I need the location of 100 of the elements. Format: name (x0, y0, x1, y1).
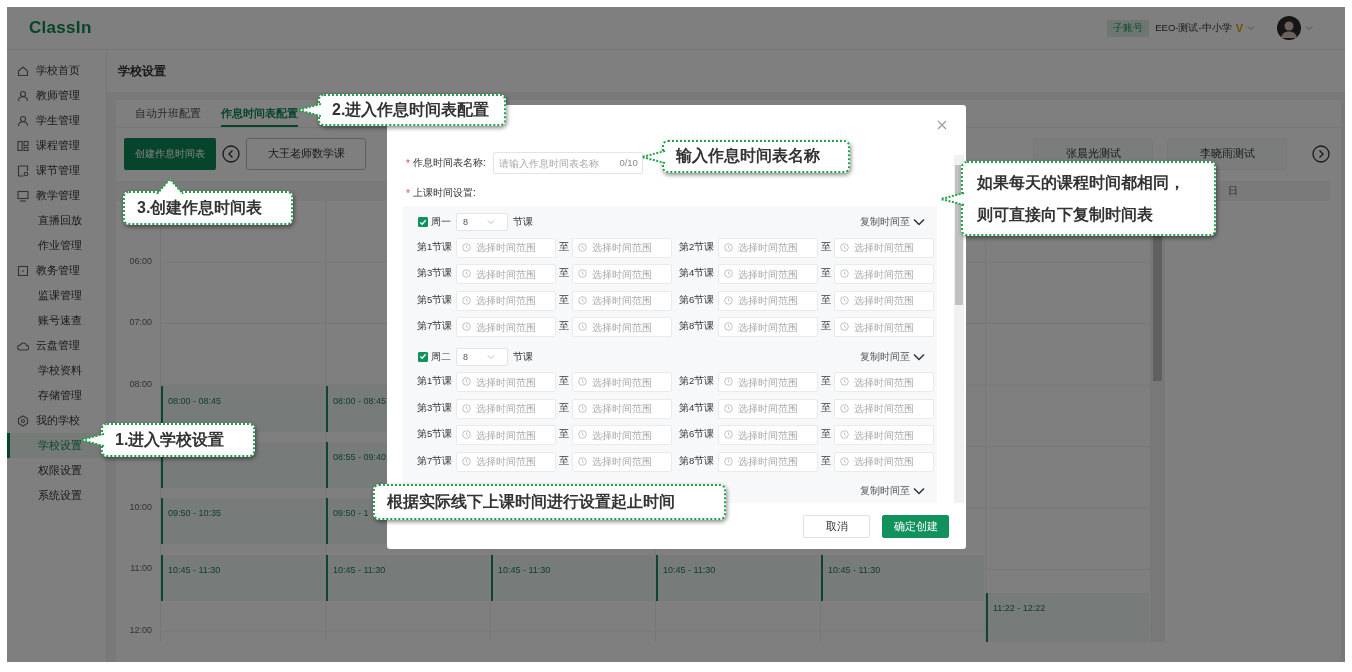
create-button[interactable]: 创建作息时间表 (124, 138, 216, 170)
tab[interactable]: 自动升班配置 (135, 102, 201, 127)
hexagon-icon (17, 414, 29, 427)
time-field[interactable]: 选择时间范围 (718, 237, 818, 258)
checkbox[interactable] (418, 351, 428, 362)
time-field[interactable]: 选择时间范围 (834, 317, 934, 337)
previous-icon[interactable] (222, 145, 240, 163)
class-block[interactable]: 08:00 - 08:45 (161, 385, 324, 432)
sidebar-item[interactable]: 教学管理 (7, 183, 106, 208)
sidebar-item[interactable]: 教务管理 (7, 258, 106, 283)
sidebar-item[interactable]: 课程管理 (7, 133, 106, 158)
time-field[interactable]: 选择时间范围 (456, 398, 556, 419)
class-block[interactable]: 10:45 - 11:30 (161, 554, 324, 601)
sidebar-item[interactable]: 权限设置 (7, 458, 106, 483)
sidebar-item[interactable]: 学校设置 (7, 433, 106, 458)
time-field[interactable]: 选择时间范围 (834, 372, 934, 392)
time-field[interactable]: 选择时间范围 (572, 237, 672, 258)
lesson-label: 第6节课 (679, 428, 715, 441)
sidebar-item[interactable]: 教师管理 (7, 83, 106, 108)
clock-icon (462, 269, 471, 278)
time-field[interactable]: 选择时间范围 (572, 372, 672, 392)
chevron-down-icon[interactable] (913, 352, 925, 361)
range-separator: 至 (821, 428, 831, 441)
clock-icon (840, 295, 849, 305)
sidebar-item[interactable]: 作业管理 (7, 233, 106, 258)
count-select[interactable]: 8 (456, 213, 508, 231)
school-name[interactable]: EEO-测试-中小学 (1155, 21, 1232, 35)
class-block[interactable]: 10:45 - 11:30 (326, 554, 489, 601)
copy-link[interactable]: 复制时间至 (860, 349, 925, 364)
tab[interactable]: 作息时间表配置 (221, 102, 298, 127)
sidebar-item[interactable]: 系统设置 (7, 483, 106, 508)
day-header: 日 (1227, 184, 1238, 198)
time-field[interactable]: 选择时间范围 (572, 451, 672, 472)
sidebar-item[interactable]: 云盘管理 (7, 333, 106, 358)
clock-icon (578, 377, 587, 386)
chevron-down-icon[interactable] (913, 218, 925, 226)
time-field[interactable]: 选择时间范围 (718, 264, 818, 284)
time-label: 08:00 (129, 378, 152, 389)
time-field[interactable]: 选择时间范围 (572, 317, 672, 337)
time-field[interactable]: 选择时间范围 (572, 290, 672, 311)
field-label: 作息时间表名称: (412, 156, 487, 170)
range-separator: 至 (559, 240, 569, 254)
time-field[interactable]: 选择时间范围 (456, 317, 556, 337)
sidebar-item[interactable]: 学校首页 (7, 58, 106, 83)
class-block[interactable]: 10:45 - 11:30 (821, 554, 984, 601)
sidebar-item[interactable]: 账号速查 (7, 308, 106, 333)
timetable-tab[interactable]: 李晓雨测试 (1167, 138, 1287, 170)
class-block[interactable]: 10:45 - 11:30 (491, 554, 654, 601)
time-field[interactable]: 选择时间范围 (834, 237, 934, 258)
time-field[interactable]: 选择时间范围 (834, 290, 934, 311)
copy-link[interactable]: 复制时间至 (860, 215, 925, 229)
time-field[interactable]: 选择时间范围 (718, 425, 818, 445)
character-counter: 0/10 (619, 157, 638, 168)
clock-icon (578, 456, 587, 466)
class-block[interactable]: 09:50 - 10:35 (161, 498, 324, 545)
time-field[interactable]: 选择时间范围 (718, 372, 818, 392)
time-field[interactable]: 选择时间范围 (834, 451, 934, 472)
class-block[interactable]: 11:22 - 12:22 (986, 592, 1149, 642)
time-field[interactable]: 选择时间范围 (718, 317, 818, 337)
time-field[interactable]: 选择时间范围 (572, 398, 672, 419)
scrollbar[interactable] (954, 155, 964, 503)
time-field[interactable]: 选择时间范围 (834, 264, 934, 284)
sidebar-item[interactable]: 学生管理 (7, 108, 106, 133)
time-field[interactable]: 选择时间范围 (456, 451, 556, 472)
time-field[interactable]: 选择时间范围 (718, 398, 818, 419)
class-time: 09:50 - 1 (333, 508, 369, 519)
logo[interactable]: ClassIn (29, 18, 92, 38)
lesson-label: 第5节课 (417, 428, 453, 441)
avatar-icon[interactable] (1277, 16, 1301, 40)
time-field[interactable]: 选择时间范围 (718, 290, 818, 311)
time-field[interactable]: 选择时间范围 (718, 451, 818, 472)
checkbox[interactable] (418, 217, 428, 227)
sidebar-item[interactable]: 学校资料 (7, 358, 106, 383)
unit-label: 节课 (513, 349, 533, 364)
timetable-tab[interactable]: 大王老师数学课 (246, 138, 366, 170)
time-field[interactable]: 选择时间范围 (456, 290, 556, 311)
close-icon[interactable] (937, 120, 947, 130)
time-field[interactable]: 选择时间范围 (456, 425, 556, 445)
time-field[interactable]: 选择时间范围 (456, 372, 556, 392)
page-title: 学校设置 (118, 62, 166, 80)
callout-pointer (80, 432, 104, 448)
time-field[interactable]: 选择时间范围 (572, 425, 672, 445)
confirm-button[interactable]: 确定创建 (882, 515, 949, 538)
time-field[interactable]: 选择时间范围 (834, 425, 934, 445)
time-field[interactable]: 选择时间范围 (572, 264, 672, 284)
sidebar-item[interactable]: 存储管理 (7, 383, 106, 408)
chevron-down-icon[interactable] (913, 487, 925, 495)
next-icon[interactable] (1312, 145, 1330, 163)
count-select[interactable]: 8 (456, 347, 508, 366)
clock-icon (724, 403, 733, 413)
copy-link[interactable]: 复制时间至 (860, 484, 925, 498)
time-field[interactable]: 选择时间范围 (456, 237, 556, 258)
sidebar-item[interactable]: 监课管理 (7, 283, 106, 308)
cancel-button[interactable]: 取消 (803, 515, 870, 538)
time-field[interactable]: 选择时间范围 (834, 398, 934, 419)
class-block[interactable]: 10:45 - 11:30 (656, 554, 819, 601)
callout-tooltip: 1.进入学校设置 (101, 423, 255, 457)
sidebar-item[interactable]: 课节管理 (7, 158, 106, 183)
time-field[interactable]: 选择时间范围 (456, 264, 556, 284)
sidebar-item[interactable]: 直播回放 (7, 208, 106, 233)
